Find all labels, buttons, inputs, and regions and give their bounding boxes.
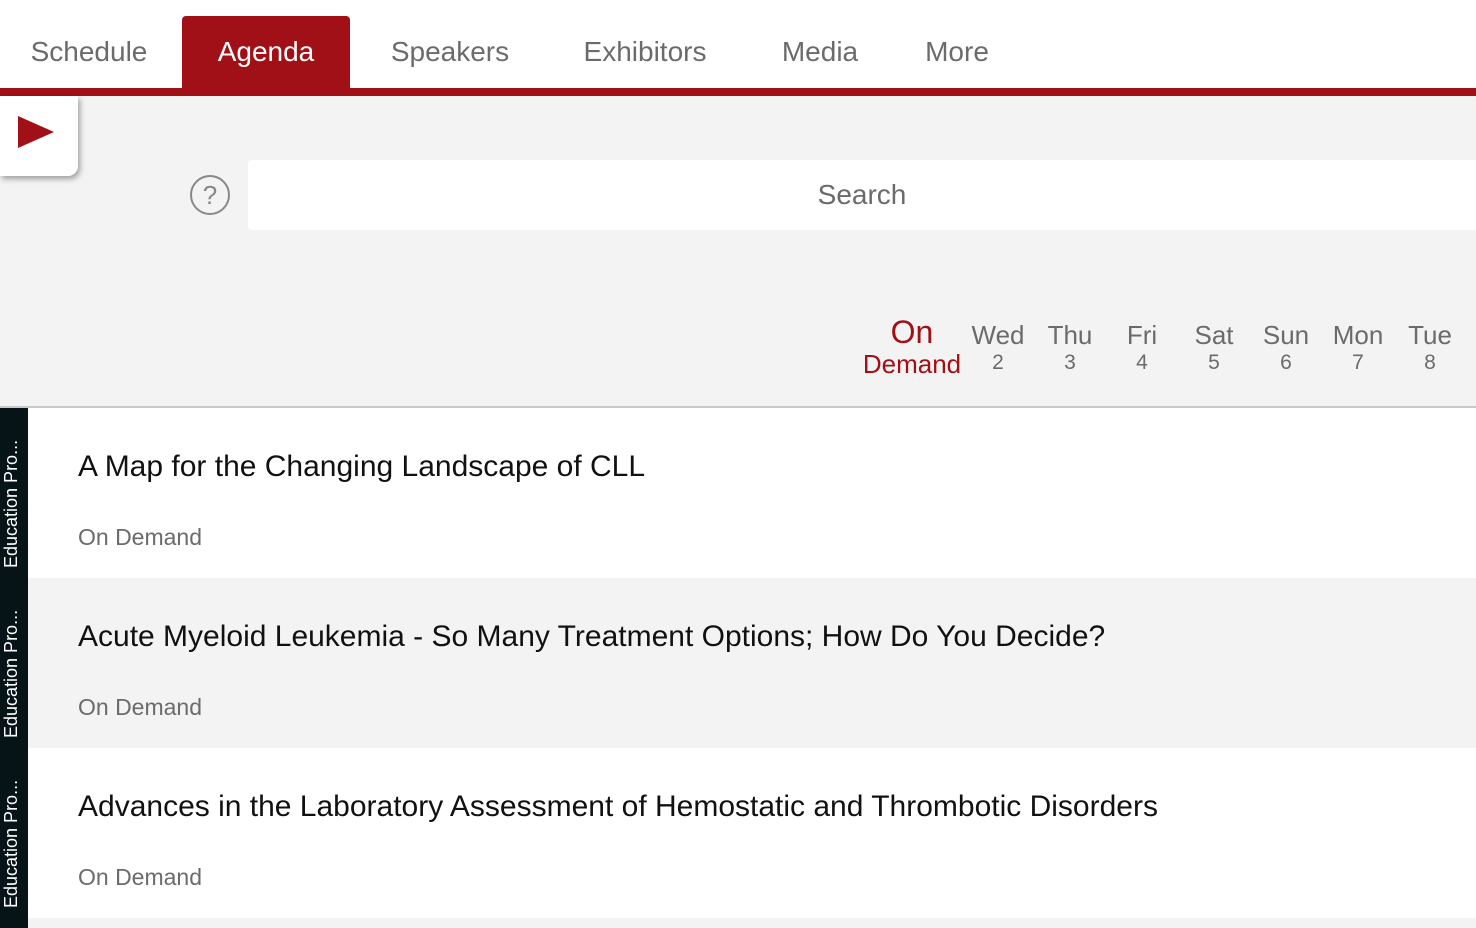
track-label [0,918,28,928]
session-list: Education Pro... A Map for the Changing … [0,408,1476,928]
track-label-text: Education Pro... [1,609,21,738]
day-date: Demand [862,349,962,379]
day-name: Thu [1047,320,1093,350]
day-thu[interactable]: Thu 3 [1034,310,1106,376]
day-date: 6 [1280,351,1292,374]
tab-schedule[interactable]: Schedule [0,16,178,88]
session-row-next [0,918,1476,928]
day-name: Sun [1262,320,1310,350]
session-row[interactable]: Education Pro... Advances in the Laborat… [0,748,1476,918]
tab-agenda[interactable]: Agenda [182,16,350,88]
day-date: 7 [1352,351,1364,374]
session-title: A Map for the Changing Landscape of CLL [78,450,646,483]
tab-more[interactable]: More [905,16,1009,88]
day-name: Mon [1332,320,1384,350]
day-wed[interactable]: Wed 2 [962,310,1034,376]
day-date: 5 [1208,351,1220,374]
session-time: On Demand [78,524,203,550]
day-name: Wed [971,320,1025,350]
day-name: Fri [1126,320,1158,350]
play-arrow-icon [18,116,54,148]
day-tue[interactable]: Tue 8 [1394,310,1466,376]
drawer-toggle-button[interactable] [0,96,78,176]
session-time: On Demand [78,864,203,890]
tab-media[interactable]: Media [760,16,880,88]
track-label-text: Education Pro... [1,779,21,908]
day-date: 8 [1424,351,1436,374]
track-label: Education Pro... [0,748,28,918]
nav-accent-bar [0,88,1476,96]
track-label: Education Pro... [0,578,28,748]
session-title: Acute Myeloid Leukemia - So Many Treatme… [78,620,1106,653]
day-fri[interactable]: Fri 4 [1106,310,1178,376]
day-date: 2 [992,351,1004,374]
session-title: Advances in the Laboratory Assessment of… [78,790,1158,823]
day-name: On [890,314,934,350]
session-row[interactable]: Education Pro... A Map for the Changing … [0,408,1476,578]
day-on-demand[interactable]: On Demand [856,310,968,378]
search-input[interactable] [248,160,1476,230]
day-name: Sat [1194,320,1234,350]
day-date: 4 [1136,351,1148,374]
track-label: Education Pro... [0,408,28,578]
day-name: Tue [1408,320,1452,350]
day-sat[interactable]: Sat 5 [1178,310,1250,376]
tab-speakers[interactable]: Speakers [360,16,540,88]
day-mon[interactable]: Mon 7 [1322,310,1394,376]
session-row[interactable]: Education Pro... Acute Myeloid Leukemia … [0,578,1476,748]
session-time: On Demand [78,694,203,720]
tab-exhibitors[interactable]: Exhibitors [560,16,730,88]
track-label-text: Education Pro... [1,439,21,568]
top-navigation: Schedule Agenda Speakers Exhibitors Medi… [0,0,1476,96]
day-date: 3 [1064,351,1076,374]
day-sun[interactable]: Sun 6 [1250,310,1322,376]
help-icon[interactable]: ? [190,175,230,215]
